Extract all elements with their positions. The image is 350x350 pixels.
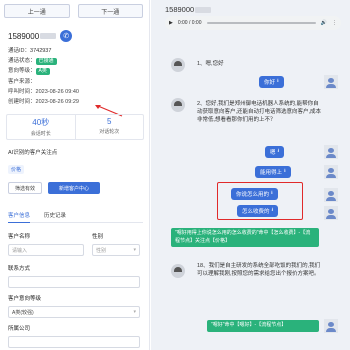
customer-bubble: 怎么收费的 ⭳ <box>237 205 279 217</box>
filter-valid-button[interactable]: 筛选有效 <box>8 182 42 194</box>
audio-time: 0:00 / 0:00 <box>177 20 202 26</box>
intent-level-select[interactable]: A类(较强) ▾ <box>8 306 140 318</box>
robot-message: 18、我们是自主研发的系统全部吃饭的我们的,我们可以理解我刚,按照您的需求给您出… <box>197 263 321 277</box>
ai-focus-title: AI识别的客户关注点 <box>8 150 58 156</box>
robot-avatar <box>171 58 185 72</box>
intent-badge: A类 <box>35 68 50 76</box>
chevron-down-icon: ▾ <box>133 309 136 315</box>
company-input[interactable] <box>8 336 140 348</box>
masked-digits <box>40 33 57 39</box>
ai-focus-tag: 价格 <box>8 165 25 174</box>
customer-phone: 1589000 ✆ <box>8 30 73 42</box>
stat-duration-label: 会话时长 <box>30 131 51 137</box>
action-buttons: 筛选有效 新增客户中心 <box>8 182 100 194</box>
next-call-button[interactable]: 下一通 <box>77 4 143 18</box>
stat-rounds-value: 5 <box>107 117 112 126</box>
call-id-value: 3742937 <box>30 48 52 54</box>
customer-name-input[interactable]: 请输入 <box>8 244 84 256</box>
call-stats: 40秒 会话时长 5 对话轮次 <box>6 114 144 140</box>
call-info: 通话ID：3742937 通话状态： 已接通 意向等级： A类 客户来源： 呼叫时间… <box>8 46 79 107</box>
customer-bubble: 嗯 ⭳ <box>265 146 285 158</box>
customer-avatar <box>324 145 338 159</box>
masked-digits <box>195 6 212 13</box>
customer-name-label: 客户名称 <box>8 234 31 240</box>
info-tabs: 客户信息 历史记录 <box>8 211 143 223</box>
customer-avatar <box>324 188 338 202</box>
conversation-panel: 1589000 ▶ 0:00 / 0:00 🔊 ⋮ 1、嗯,您好 你好 ⭳ 2、… <box>151 0 350 350</box>
download-icon[interactable]: ⭳ <box>272 207 274 215</box>
gender-placeholder: 性别 <box>96 247 107 254</box>
intent-label: 意向等级： <box>8 68 36 75</box>
play-icon[interactable]: ▶ <box>169 20 173 26</box>
volume-icon[interactable]: 🔊 <box>321 20 327 26</box>
call-time-label: 呼叫时间： <box>8 88 36 95</box>
robot-message: 1、嗯,您好 <box>197 61 224 67</box>
contact-input[interactable] <box>8 276 140 288</box>
customer-avatar <box>324 319 338 333</box>
customer-avatar <box>324 165 338 179</box>
customer-bubble: 能用得上 ⭳ <box>255 166 291 178</box>
robot-avatar <box>171 98 185 112</box>
company-label: 所属公司 <box>8 326 31 332</box>
robot-avatar <box>171 264 185 278</box>
customer-bubble: 你说怎么用的 ⭳ <box>231 188 278 200</box>
robot-message: 2、您好,我们是郑州御电话机器人系统的,能帮你自动获取意向客户,还能自动打电话筛… <box>197 101 322 123</box>
prev-call-button[interactable]: 上一通 <box>4 4 70 18</box>
customer-phone-number: 1589000 <box>8 31 40 41</box>
more-icon[interactable]: ⋮ <box>332 20 337 26</box>
stat-rounds: 5 对话轮次 <box>74 115 144 139</box>
download-icon[interactable]: ⭳ <box>284 168 286 176</box>
customer-bubble-text: 嗯 <box>270 150 276 156</box>
call-status-badge: 已接通 <box>35 58 57 66</box>
stat-rounds-label: 对话轮次 <box>99 129 120 135</box>
phone-icon[interactable]: ✆ <box>60 30 73 42</box>
hit-note: "嗯好"命中【嗯好】-【流程节点】 <box>207 320 319 332</box>
audio-progress[interactable] <box>206 22 316 24</box>
customer-bubble-text: 你好 <box>264 80 276 86</box>
conversation-phone: 1589000 <box>165 5 212 14</box>
tab-customer-info[interactable]: 客户信息 <box>8 211 31 223</box>
created-time-label: 创建时间： <box>8 99 36 106</box>
download-icon[interactable]: ⭳ <box>271 190 273 198</box>
intent-level-value: A类(较强) <box>12 309 34 316</box>
add-customer-button[interactable]: 新增客户中心 <box>48 182 100 194</box>
tab-history[interactable]: 历史记录 <box>44 211 66 222</box>
customer-avatar <box>324 75 338 89</box>
customer-avatar <box>324 206 338 220</box>
source-label: 客户来源： <box>8 78 36 85</box>
stat-duration-value: 40秒 <box>32 118 50 127</box>
download-icon[interactable]: ⭳ <box>277 78 279 86</box>
intent-level-label: 客户意向等级 <box>8 296 42 302</box>
customer-bubble: 你好 ⭳ <box>259 76 284 88</box>
gender-select[interactable]: 性别 ▾ <box>92 244 140 256</box>
audio-player[interactable]: ▶ 0:00 / 0:00 🔊 ⋮ <box>165 16 341 30</box>
contact-label: 联系方式 <box>8 266 31 272</box>
chevron-down-icon: ▾ <box>133 247 136 253</box>
call-id-label: 通话ID： <box>8 48 31 54</box>
call-status-label: 通话状态： <box>8 58 36 65</box>
stat-duration: 40秒 会话时长 <box>7 115 75 139</box>
gender-label: 性别 <box>92 234 104 240</box>
customer-bubble-text: 你说怎么用的 <box>236 192 270 198</box>
created-time-value: 2023-08-26 09:29 <box>35 99 79 106</box>
call-nav: 上一通 下一通 <box>4 4 143 18</box>
conversation-phone-number: 1589000 <box>165 5 195 14</box>
call-time-value: 2023-08-26 09:40 <box>35 88 79 95</box>
customer-panel: 上一通 下一通 1589000 ✆ 通话ID：3742937 通话状态： 已接通 … <box>0 0 150 350</box>
hit-note: "嗯好用得上你说怎么用的怎么收费的"命中【怎么收费】-【流程节点】关注点【价格】 <box>171 228 319 247</box>
download-icon[interactable]: ⭳ <box>278 148 280 156</box>
customer-bubble-text: 怎么收费的 <box>242 209 270 215</box>
customer-name-placeholder: 请输入 <box>12 247 28 254</box>
customer-bubble-text: 能用得上 <box>260 170 283 176</box>
